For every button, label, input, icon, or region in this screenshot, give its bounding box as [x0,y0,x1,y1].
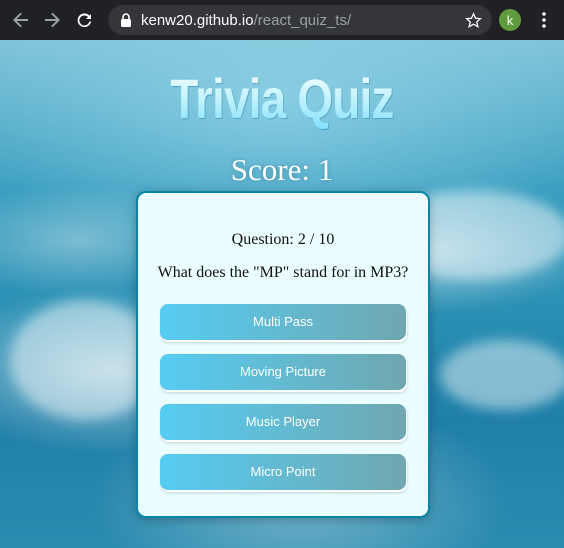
answer-button-multi-pass[interactable]: Multi Pass [160,304,406,340]
browser-toolbar: kenw20.github.io/react_quiz_ts/ k [0,0,564,40]
address-bar[interactable]: kenw20.github.io/react_quiz_ts/ [108,5,492,35]
answer-button-micro-point[interactable]: Micro Point [160,454,406,490]
answer-button-music-player[interactable]: Music Player [160,404,406,440]
question-card: Question: 2 / 10 What does the "MP" stan… [136,191,430,518]
back-arrow-icon [13,12,28,28]
lock-icon [119,13,133,27]
answer-list: Multi Pass Moving Picture Music Player M… [160,304,408,504]
question-text: What does the "MP" stand for in MP3? [157,264,409,281]
url-path: /react_quiz_ts/ [253,11,352,29]
score-display: Score: 1 [230,152,334,187]
reload-icon [77,13,92,28]
answer-button-moving-picture[interactable]: Moving Picture [160,354,406,390]
question-number: Question: 2 / 10 [231,231,335,248]
star-icon[interactable] [464,11,482,29]
background-wave [440,340,564,410]
url-host: kenw20.github.io [141,11,254,29]
reload-button[interactable] [73,8,97,32]
page-viewport: Trivia Quiz Score: 1 Question: 2 / 10 Wh… [0,40,564,548]
url-text: kenw20.github.io/react_quiz_ts/ [141,12,351,29]
page-title: Trivia Quiz [51,66,513,131]
kebab-menu-icon[interactable] [534,10,554,30]
forward-arrow-icon [45,12,60,28]
back-button[interactable] [9,8,33,32]
avatar[interactable]: k [499,9,521,31]
forward-button[interactable] [40,8,64,32]
